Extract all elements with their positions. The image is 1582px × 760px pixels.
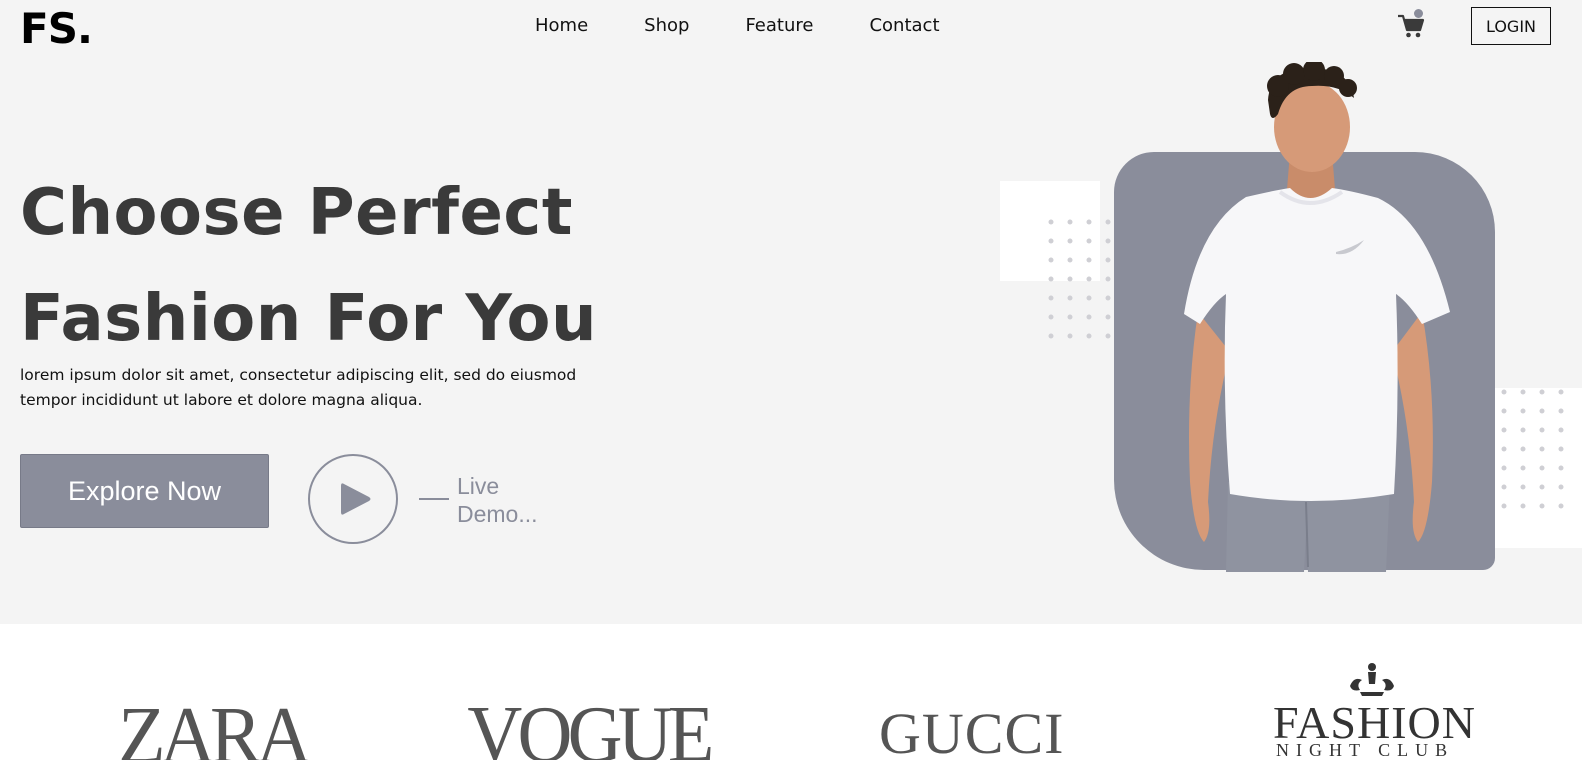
hero-title-line2: Fashion For You — [20, 282, 597, 356]
vogue-logo: VOGUE — [467, 691, 714, 760]
model-image — [1184, 62, 1450, 572]
hero-title: Choose Perfect Fashion For You — [20, 160, 597, 372]
cart-badge — [1414, 9, 1423, 18]
hero-title-line1: Choose Perfect — [20, 176, 573, 250]
brand-logos-strip: ZARA VOGUE GUCCI FASHION NIGHT CLUB — [0, 624, 1582, 760]
live-demo-divider — [419, 498, 449, 500]
hero-description: lorem ipsum dolor sit amet, consectetur … — [20, 366, 577, 409]
main-nav: Home Shop Feature Contact — [535, 15, 996, 36]
nav-shop[interactable]: Shop — [644, 15, 689, 36]
night-club-text: NIGHT CLUB — [1276, 740, 1455, 760]
crown-icon — [1350, 663, 1394, 696]
explore-now-button[interactable]: Explore Now — [20, 454, 269, 528]
nav-home[interactable]: Home — [535, 15, 588, 36]
zara-logo: ZARA — [118, 688, 312, 760]
site-logo[interactable]: FS. — [20, 4, 93, 53]
login-button[interactable]: LOGIN — [1471, 7, 1551, 45]
gucci-logo: GUCCI — [879, 701, 1065, 760]
live-demo-link[interactable]: Live Demo... — [457, 472, 557, 528]
nav-contact[interactable]: Contact — [869, 15, 939, 36]
nav-feature[interactable]: Feature — [745, 15, 813, 36]
play-icon — [341, 483, 371, 515]
